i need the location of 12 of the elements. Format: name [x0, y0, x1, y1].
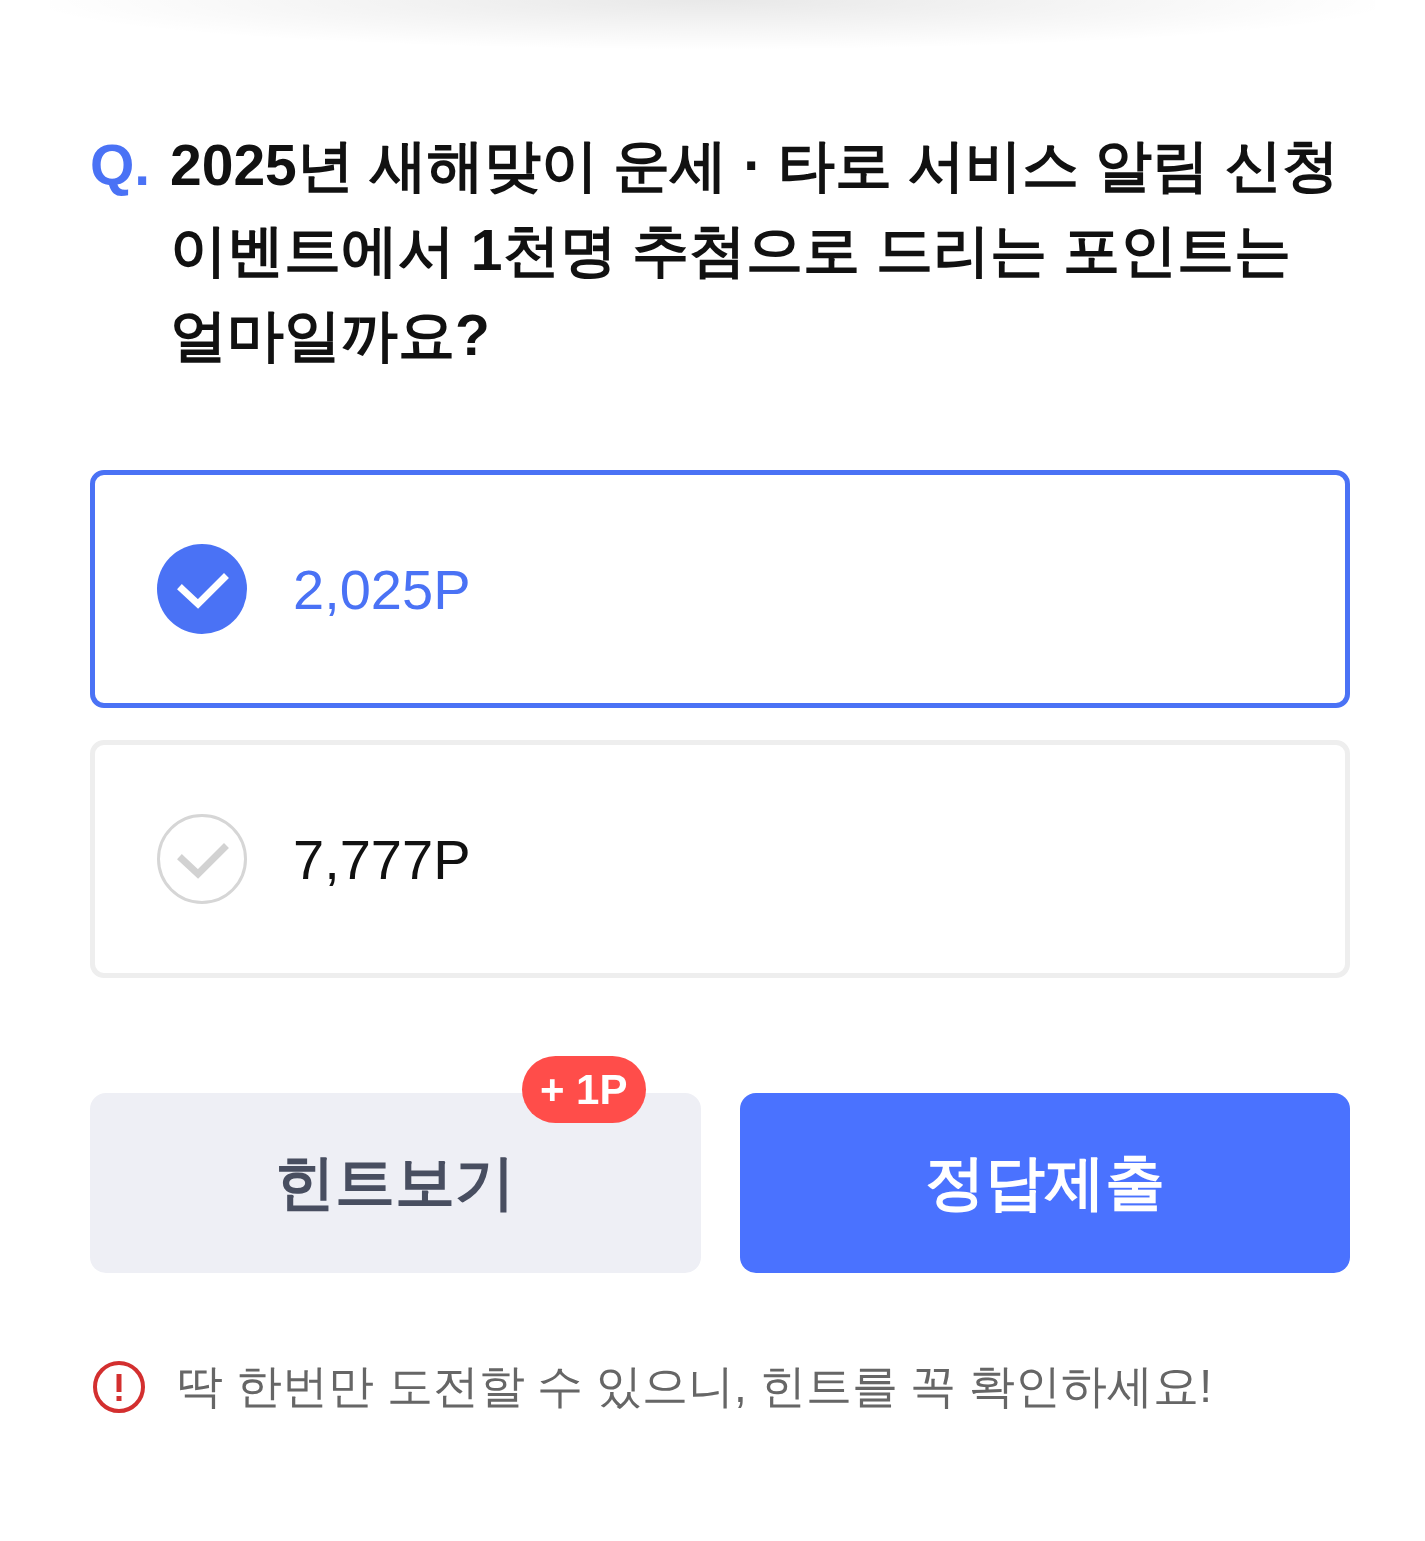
answer-option[interactable]: 7,777P — [90, 740, 1350, 978]
option-label: 2,025P — [293, 556, 471, 622]
answer-option[interactable]: 2,025P — [90, 470, 1350, 708]
option-label: 7,777P — [293, 826, 471, 892]
points-badge: + 1P — [521, 1056, 646, 1123]
question-marker: Q. — [90, 132, 152, 199]
check-circle-icon — [157, 544, 247, 634]
submit-button[interactable]: 정답제출 — [739, 1093, 1350, 1273]
warning-icon — [93, 1361, 145, 1413]
check-circle-icon — [157, 814, 247, 904]
notice-text: 딱 한번만 도전할 수 있으니, 힌트를 꼭 확인하세요! — [177, 1359, 1213, 1414]
question-text: 2025년 새해맞이 운세 · 타로 서비스 알림 신청 이벤트에서 1천명 추첨으로 드리는 포인트는 얼마일까요? — [170, 132, 1340, 369]
